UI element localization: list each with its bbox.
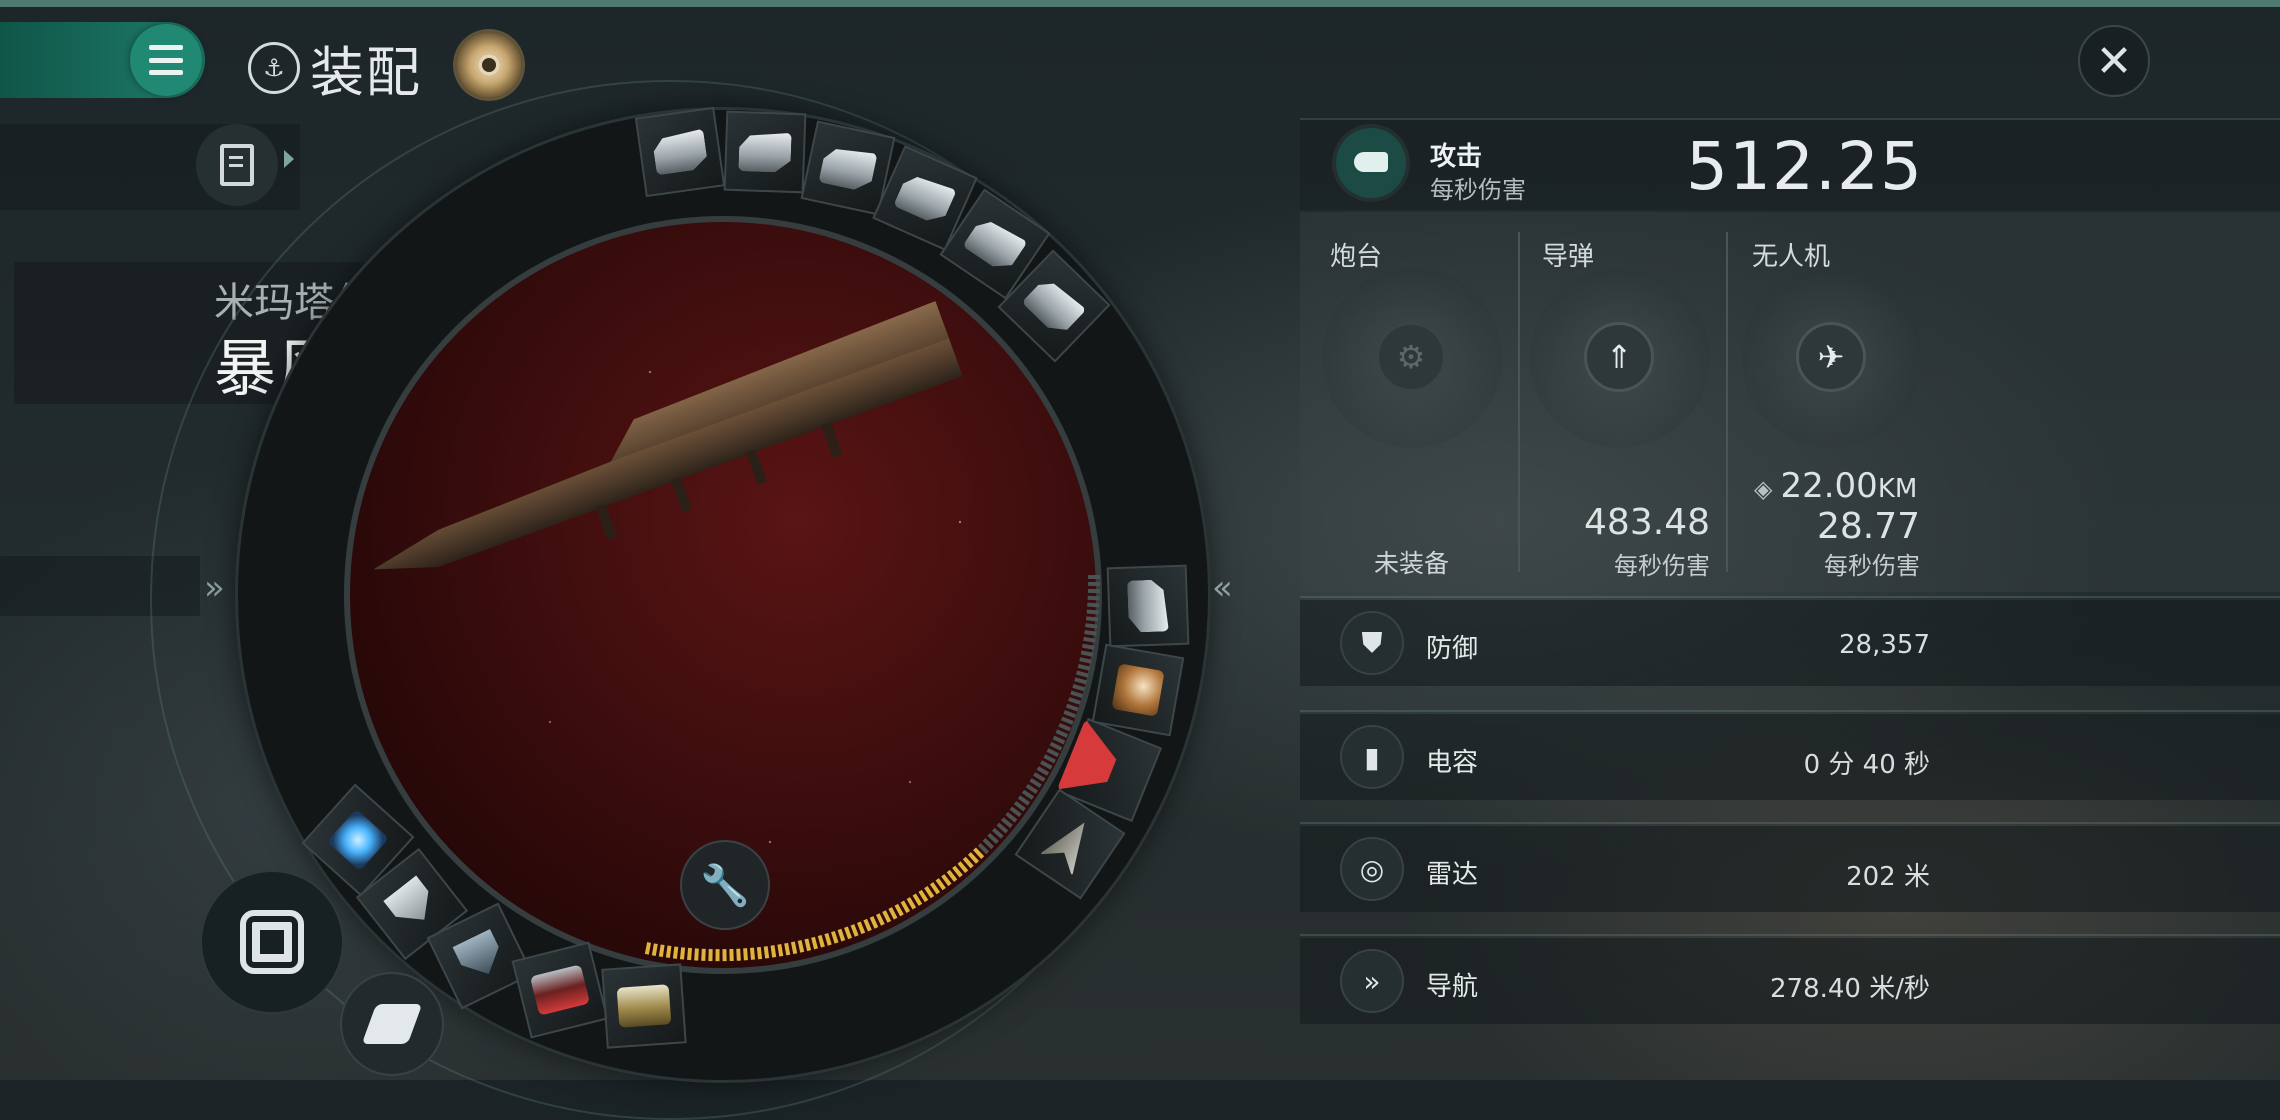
- capacitor-icon: ▮: [1340, 725, 1404, 789]
- separator: [1300, 710, 2280, 712]
- ship-hangar-button[interactable]: [200, 870, 344, 1014]
- radar-icon: ◎: [1340, 837, 1404, 901]
- turret-column-label: 炮台: [1330, 242, 1383, 272]
- separator: [1300, 118, 2280, 120]
- missile-dps-value: 483.48: [1584, 502, 1710, 543]
- stat-value-capacitor: 0 分 40 秒: [1803, 750, 1930, 780]
- attack-sublabel: 每秒伤害: [1430, 176, 1526, 204]
- stat-value-defense: 28,357: [1839, 630, 1930, 660]
- turret-status: 未装备: [1374, 549, 1450, 578]
- drone-dps-value: 28.77: [1816, 506, 1920, 547]
- drone-column-label: 无人机: [1752, 242, 1831, 272]
- stat-name-radar: 雷达: [1426, 860, 1479, 890]
- missile-dps-unit: 每秒伤害: [1614, 552, 1710, 580]
- stat-value-navigation: 278.40 米/秒: [1770, 974, 1930, 1004]
- attack-icon: [1336, 128, 1406, 198]
- stat-name-defense: 防御: [1426, 634, 1479, 664]
- drone-dps-unit: 每秒伤害: [1824, 552, 1920, 580]
- total-dps-value: 512.25: [1686, 128, 1923, 205]
- wrench-icon: 🔧: [700, 862, 750, 909]
- turret-icon[interactable]: ⚙: [1376, 322, 1446, 392]
- stat-name-navigation: 导航: [1426, 972, 1479, 1002]
- right-chevron[interactable]: «: [1212, 568, 1233, 608]
- separator: [1300, 934, 2280, 936]
- drone-range: ◈ 22.00KM: [1754, 466, 1917, 506]
- attack-label: 攻击: [1430, 142, 1483, 172]
- swap-icon: [361, 1004, 423, 1044]
- drone-range-value: 22.00: [1780, 466, 1878, 506]
- switch-ship-button[interactable]: [340, 972, 444, 1076]
- shield-icon: ⛊: [1340, 611, 1404, 675]
- missile-column-label: 导弹: [1542, 242, 1595, 272]
- capacitor-empty: [977, 573, 1101, 855]
- stat-value-radar: 202 米: [1846, 862, 1930, 892]
- hangar-icon: [240, 910, 304, 974]
- stat-name-capacitor: 电容: [1426, 748, 1479, 778]
- drone-icon[interactable]: ✈: [1796, 322, 1866, 392]
- signal-icon: ◈: [1754, 475, 1773, 503]
- missile-icon[interactable]: ⇑: [1584, 322, 1654, 392]
- navigation-icon: »: [1340, 949, 1404, 1013]
- separator: [1300, 822, 2280, 824]
- fitting-tools-button[interactable]: 🔧: [680, 840, 770, 930]
- separator: [1300, 596, 2280, 598]
- drone-range-unit: KM: [1877, 474, 1918, 504]
